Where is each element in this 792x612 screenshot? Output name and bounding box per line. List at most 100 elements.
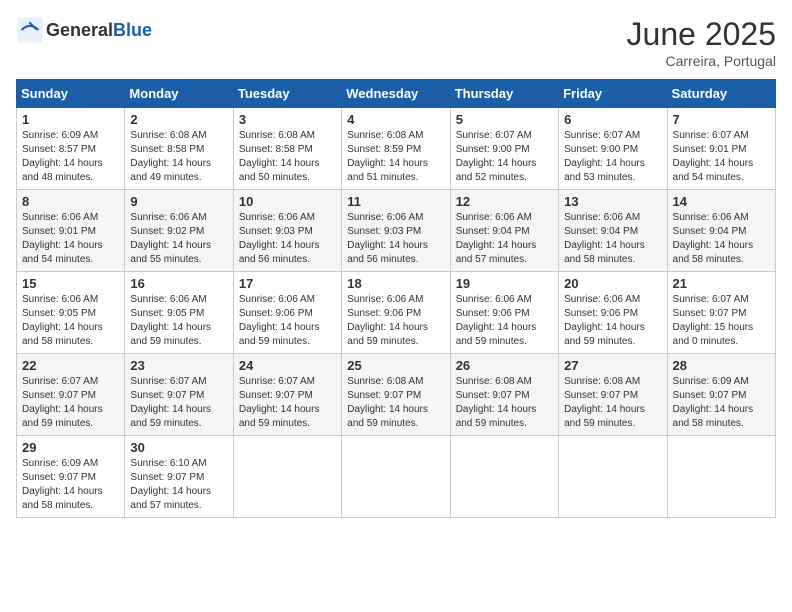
table-row: 24 Sunrise: 6:07 AMSunset: 9:07 PMDayligh… xyxy=(233,354,341,436)
day-number: 20 xyxy=(564,276,661,291)
table-row xyxy=(559,436,667,518)
day-info: Sunrise: 6:07 AMSunset: 9:07 PMDaylight:… xyxy=(22,375,119,431)
day-number: 25 xyxy=(347,358,444,373)
header-monday: Monday xyxy=(125,80,233,108)
day-info: Sunrise: 6:06 AMSunset: 9:01 PMDaylight:… xyxy=(22,211,119,267)
day-info: Sunrise: 6:08 AMSunset: 9:07 PMDaylight:… xyxy=(347,375,444,431)
table-row xyxy=(233,436,341,518)
table-row: 30Sunrise: 6:10 AMSunset: 9:07 PMDayligh… xyxy=(125,436,233,518)
day-number: 5 xyxy=(456,112,553,127)
table-row: 9 Sunrise: 6:06 AMSunset: 9:02 PMDaylight… xyxy=(125,190,233,272)
table-row: 14 Sunrise: 6:06 AMSunset: 9:04 PMDayligh… xyxy=(667,190,775,272)
table-row: 16 Sunrise: 6:06 AMSunset: 9:05 PMDayligh… xyxy=(125,272,233,354)
day-number: 30 xyxy=(130,440,227,455)
day-info: Sunrise: 6:06 AMSunset: 9:06 PMDaylight:… xyxy=(564,293,661,349)
logo-text-blue: Blue xyxy=(113,20,152,40)
day-info: Sunrise: 6:06 AMSunset: 9:04 PMDaylight:… xyxy=(456,211,553,267)
table-row: 3Sunrise: 6:08 AMSunset: 8:58 PMDaylight… xyxy=(233,108,341,190)
table-row: 7 Sunrise: 6:07 AMSunset: 9:01 PMDaylight… xyxy=(667,108,775,190)
header-sunday: Sunday xyxy=(17,80,125,108)
table-row: 11 Sunrise: 6:06 AMSunset: 9:03 PMDayligh… xyxy=(342,190,450,272)
day-number: 7 xyxy=(673,112,770,127)
day-number: 2 xyxy=(130,112,227,127)
day-info: Sunrise: 6:06 AMSunset: 9:03 PMDaylight:… xyxy=(347,211,444,267)
day-number: 1 xyxy=(22,112,119,127)
table-row: 8 Sunrise: 6:06 AMSunset: 9:01 PMDaylight… xyxy=(17,190,125,272)
table-row: 18 Sunrise: 6:06 AMSunset: 9:06 PMDayligh… xyxy=(342,272,450,354)
day-info: Sunrise: 6:06 AMSunset: 9:05 PMDaylight:… xyxy=(130,293,227,349)
day-info: Sunrise: 6:06 AMSunset: 9:04 PMDaylight:… xyxy=(564,211,661,267)
day-number: 19 xyxy=(456,276,553,291)
table-row xyxy=(342,436,450,518)
table-row: 13 Sunrise: 6:06 AMSunset: 9:04 PMDayligh… xyxy=(559,190,667,272)
table-row: 6 Sunrise: 6:07 AMSunset: 9:00 PMDaylight… xyxy=(559,108,667,190)
day-info: Sunrise: 6:06 AMSunset: 9:02 PMDaylight:… xyxy=(130,211,227,267)
table-row: 20 Sunrise: 6:06 AMSunset: 9:06 PMDayligh… xyxy=(559,272,667,354)
header-saturday: Saturday xyxy=(667,80,775,108)
day-number: 18 xyxy=(347,276,444,291)
day-info: Sunrise: 6:08 AMSunset: 9:07 PMDaylight:… xyxy=(456,375,553,431)
page-header: GeneralBlue June 2025 Carreira, Portugal xyxy=(16,16,776,69)
day-number: 17 xyxy=(239,276,336,291)
table-row: 15 Sunrise: 6:06 AMSunset: 9:05 PMDayligh… xyxy=(17,272,125,354)
day-number: 14 xyxy=(673,194,770,209)
day-number: 26 xyxy=(456,358,553,373)
day-info: Sunrise: 6:08 AMSunset: 8:58 PMDaylight:… xyxy=(239,129,336,185)
day-info: Sunrise: 6:07 AMSunset: 9:00 PMDaylight:… xyxy=(564,129,661,185)
day-number: 9 xyxy=(130,194,227,209)
day-number: 15 xyxy=(22,276,119,291)
table-row: 22 Sunrise: 6:07 AMSunset: 9:07 PMDayligh… xyxy=(17,354,125,436)
day-info: Sunrise: 6:07 AMSunset: 9:00 PMDaylight:… xyxy=(456,129,553,185)
table-row xyxy=(667,436,775,518)
header-tuesday: Tuesday xyxy=(233,80,341,108)
header-thursday: Thursday xyxy=(450,80,558,108)
table-row: 4 Sunrise: 6:08 AMSunset: 8:59 PMDaylight… xyxy=(342,108,450,190)
day-info: Sunrise: 6:08 AMSunset: 9:07 PMDaylight:… xyxy=(564,375,661,431)
table-row: 25 Sunrise: 6:08 AMSunset: 9:07 PMDayligh… xyxy=(342,354,450,436)
logo: GeneralBlue xyxy=(16,16,152,44)
day-info: Sunrise: 6:07 AMSunset: 9:07 PMDaylight:… xyxy=(239,375,336,431)
day-info: Sunrise: 6:06 AMSunset: 9:06 PMDaylight:… xyxy=(239,293,336,349)
day-number: 23 xyxy=(130,358,227,373)
day-number: 22 xyxy=(22,358,119,373)
day-info: Sunrise: 6:06 AMSunset: 9:06 PMDaylight:… xyxy=(347,293,444,349)
day-number: 13 xyxy=(564,194,661,209)
day-number: 24 xyxy=(239,358,336,373)
table-row: 26 Sunrise: 6:08 AMSunset: 9:07 PMDayligh… xyxy=(450,354,558,436)
location-subtitle: Carreira, Portugal xyxy=(627,53,776,69)
month-year-title: June 2025 xyxy=(627,16,776,53)
day-number: 21 xyxy=(673,276,770,291)
table-row xyxy=(450,436,558,518)
calendar-week-row: 8 Sunrise: 6:06 AMSunset: 9:01 PMDaylight… xyxy=(17,190,776,272)
day-info: Sunrise: 6:09 AMSunset: 8:57 PMDaylight:… xyxy=(22,129,119,185)
day-number: 8 xyxy=(22,194,119,209)
day-number: 4 xyxy=(347,112,444,127)
calendar-week-row: 1 Sunrise: 6:09 AMSunset: 8:57 PMDaylight… xyxy=(17,108,776,190)
day-number: 11 xyxy=(347,194,444,209)
day-info: Sunrise: 6:09 AMSunset: 9:07 PMDaylight:… xyxy=(22,457,119,513)
weekday-header-row: Sunday Monday Tuesday Wednesday Thursday… xyxy=(17,80,776,108)
table-row: 12Sunrise: 6:06 AMSunset: 9:04 PMDayligh… xyxy=(450,190,558,272)
day-number: 28 xyxy=(673,358,770,373)
day-number: 6 xyxy=(564,112,661,127)
day-number: 16 xyxy=(130,276,227,291)
day-info: Sunrise: 6:08 AMSunset: 8:59 PMDaylight:… xyxy=(347,129,444,185)
table-row: 28Sunrise: 6:09 AMSunset: 9:07 PMDayligh… xyxy=(667,354,775,436)
day-number: 10 xyxy=(239,194,336,209)
day-info: Sunrise: 6:07 AMSunset: 9:01 PMDaylight:… xyxy=(673,129,770,185)
day-info: Sunrise: 6:06 AMSunset: 9:04 PMDaylight:… xyxy=(673,211,770,267)
day-info: Sunrise: 6:06 AMSunset: 9:06 PMDaylight:… xyxy=(456,293,553,349)
calendar-week-row: 22 Sunrise: 6:07 AMSunset: 9:07 PMDayligh… xyxy=(17,354,776,436)
day-number: 29 xyxy=(22,440,119,455)
day-info: Sunrise: 6:06 AMSunset: 9:03 PMDaylight:… xyxy=(239,211,336,267)
table-row: 21Sunrise: 6:07 AMSunset: 9:07 PMDayligh… xyxy=(667,272,775,354)
table-row: 5 Sunrise: 6:07 AMSunset: 9:00 PMDaylight… xyxy=(450,108,558,190)
table-row: 29 Sunrise: 6:09 AMSunset: 9:07 PMDayligh… xyxy=(17,436,125,518)
day-info: Sunrise: 6:08 AMSunset: 8:58 PMDaylight:… xyxy=(130,129,227,185)
header-wednesday: Wednesday xyxy=(342,80,450,108)
table-row: 27Sunrise: 6:08 AMSunset: 9:07 PMDayligh… xyxy=(559,354,667,436)
calendar-week-row: 29 Sunrise: 6:09 AMSunset: 9:07 PMDayligh… xyxy=(17,436,776,518)
day-info: Sunrise: 6:06 AMSunset: 9:05 PMDaylight:… xyxy=(22,293,119,349)
table-row: 1 Sunrise: 6:09 AMSunset: 8:57 PMDaylight… xyxy=(17,108,125,190)
table-row: 2 Sunrise: 6:08 AMSunset: 8:58 PMDaylight… xyxy=(125,108,233,190)
